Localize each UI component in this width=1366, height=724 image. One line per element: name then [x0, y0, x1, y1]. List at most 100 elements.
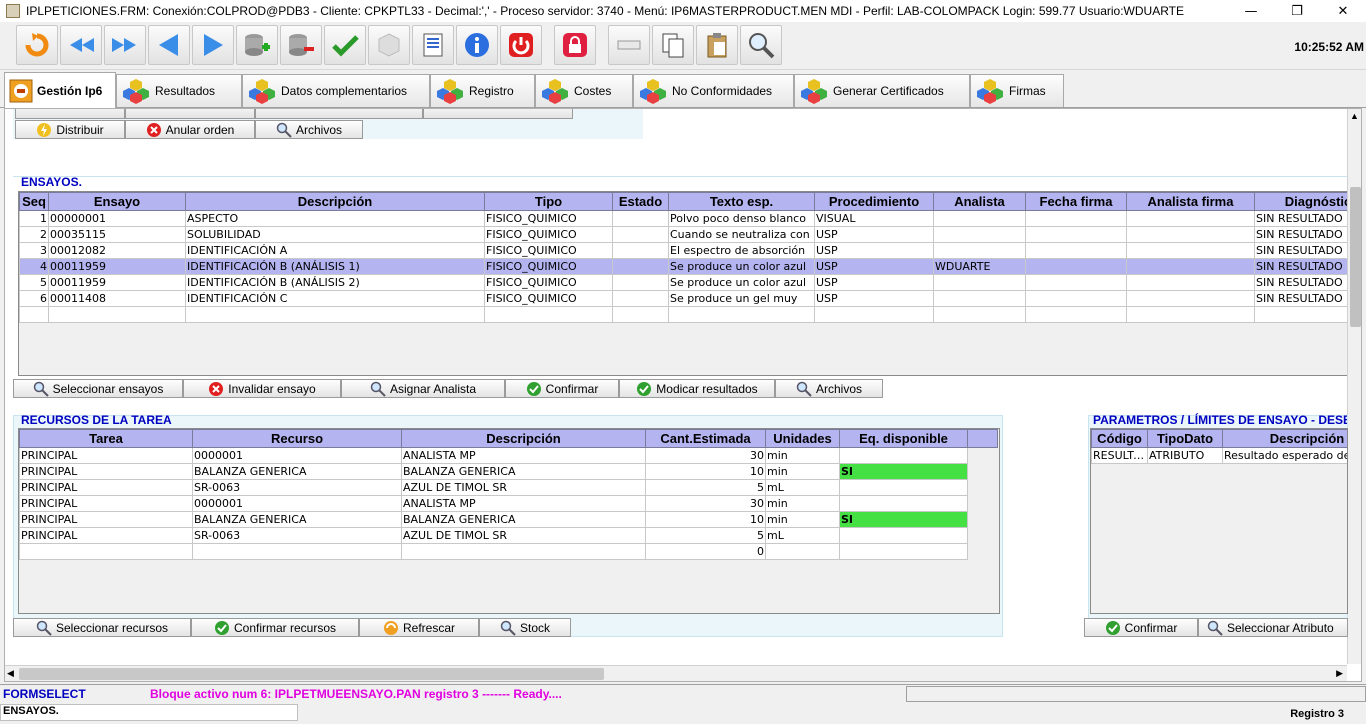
table-cell[interactable]: 0: [645, 543, 766, 560]
table-cell[interactable]: Se produce un color azul: [668, 274, 815, 291]
table-cell[interactable]: USP: [814, 274, 934, 291]
table-cell[interactable]: PRINCIPAL: [19, 495, 193, 512]
table-cell[interactable]: IDENTIFICACIÓN A: [185, 242, 485, 259]
table-cell[interactable]: AZUL DE TIMOL SR: [401, 527, 646, 544]
table-cell[interactable]: mL: [765, 527, 840, 544]
table-cell[interactable]: 0000001: [192, 495, 402, 512]
table-cell[interactable]: USP: [814, 242, 934, 259]
recursos-grid[interactable]: Tarea Recurso Descripción Cant.Estimada Unid…: [18, 428, 1000, 614]
table-cell[interactable]: 10: [645, 463, 766, 480]
hidden-button-1[interactable]: [15, 109, 125, 119]
column-header[interactable]: Fecha firma: [1025, 192, 1127, 211]
seleccionar-ensayos-button[interactable]: Seleccionar ensayos: [13, 379, 183, 398]
table-cell[interactable]: Se produce un color azul: [668, 258, 815, 275]
table-cell[interactable]: [839, 447, 968, 464]
table-row[interactable]: 5 00011959 IDENTIFICACIÓN B (ANÁLISIS 2) FI…: [19, 274, 1350, 291]
table-cell[interactable]: SR-0063: [192, 527, 402, 544]
table-cell[interactable]: El espectro de absorción: [668, 242, 815, 259]
tab-datos-complementarios[interactable]: Datos complementarios: [242, 74, 430, 107]
table-row[interactable]: 0: [19, 543, 998, 560]
table-cell[interactable]: min: [765, 511, 840, 528]
table-cell[interactable]: SOLUBILIDAD: [185, 226, 485, 243]
table-cell[interactable]: BALANZA GENERICA: [401, 463, 646, 480]
table-cell[interactable]: [192, 543, 402, 560]
column-header[interactable]: Código: [1091, 429, 1148, 448]
table-cell[interactable]: PRINCIPAL: [19, 447, 193, 464]
table-row[interactable]: [19, 306, 1350, 323]
table-cell[interactable]: [484, 306, 613, 323]
column-header[interactable]: Procedimiento: [814, 192, 934, 211]
table-cell[interactable]: [933, 210, 1026, 227]
table-cell[interactable]: Polvo poco denso blanco: [668, 210, 815, 227]
parametros-grid[interactable]: CódigoTipoDatoDescripción RESULTADOATRIB…: [1090, 428, 1348, 614]
table-cell[interactable]: [612, 306, 669, 323]
table-cell[interactable]: PRINCIPAL: [19, 463, 193, 480]
table-cell[interactable]: [933, 226, 1026, 243]
table-cell[interactable]: [1025, 242, 1127, 259]
table-cell[interactable]: [1126, 226, 1255, 243]
table-cell[interactable]: 30: [645, 447, 766, 464]
table-cell[interactable]: 0000001: [192, 447, 402, 464]
tab-registro[interactable]: Registro: [430, 74, 535, 107]
table-row[interactable]: 6 00011408 IDENTIFICACIÓN C FISICO_QUIMICO S…: [19, 290, 1350, 307]
table-row[interactable]: PRINCIPAL BALANZA GENERICA BALANZA GENERIC…: [19, 463, 998, 480]
table-cell[interactable]: 00011959: [48, 274, 186, 291]
table-cell[interactable]: 6: [19, 290, 49, 307]
confirmar-ensayos-button[interactable]: Confirmar: [505, 379, 619, 398]
table-cell[interactable]: PRINCIPAL: [19, 511, 193, 528]
table-cell[interactable]: BALANZA GENERICA: [192, 463, 402, 480]
scroll-up-icon[interactable]: ▲: [1350, 111, 1359, 121]
table-cell[interactable]: [1126, 306, 1255, 323]
seleccionar-atributo-button[interactable]: Seleccionar Atributo: [1198, 618, 1348, 637]
close-window-button[interactable]: ✕: [1320, 4, 1366, 19]
table-cell[interactable]: RESULTADO: [1091, 447, 1148, 464]
table-cell[interactable]: [839, 527, 968, 544]
paste-button[interactable]: [696, 25, 738, 65]
table-cell[interactable]: [1126, 210, 1255, 227]
table-cell[interactable]: IDENTIFICACIÓN B (ANÁLISIS 1): [185, 258, 485, 275]
lock-button[interactable]: [554, 25, 596, 65]
anular-orden-button[interactable]: Anular orden: [125, 120, 255, 139]
tab-no-conformidades[interactable]: No Conformidades: [633, 74, 794, 107]
table-cell[interactable]: [1126, 290, 1255, 307]
exit-button[interactable]: [16, 25, 58, 65]
table-cell[interactable]: ANALISTA MP: [401, 495, 646, 512]
table-cell[interactable]: [933, 274, 1026, 291]
table-cell[interactable]: FISICO_QUIMICO: [484, 226, 613, 243]
table-cell[interactable]: Se produce un gel muy: [668, 290, 815, 307]
invalidar-ensayo-button[interactable]: Invalidar ensayo: [183, 379, 341, 398]
table-cell[interactable]: [401, 543, 646, 560]
column-header[interactable]: Descripción: [185, 192, 485, 211]
table-cell[interactable]: ASPECTO: [185, 210, 485, 227]
column-header[interactable]: Descripción: [401, 429, 646, 448]
blank-button[interactable]: [608, 25, 650, 65]
distribuir-button[interactable]: Distribuir: [15, 120, 125, 139]
table-cell[interactable]: IDENTIFICACIÓN B (ANÁLISIS 2): [185, 274, 485, 291]
table-row[interactable]: 1 00000001 ASPECTO FISICO_QUIMICO Polvo poco…: [19, 210, 1350, 227]
table-cell[interactable]: SIN RESULTADO: [1254, 242, 1350, 259]
table-cell[interactable]: FISICO_QUIMICO: [484, 242, 613, 259]
table-cell[interactable]: 2: [19, 226, 49, 243]
table-row[interactable]: 4 00011959 IDENTIFICACIÓN B (ANÁLISIS 1) FI…: [19, 258, 1350, 275]
table-cell[interactable]: [765, 543, 840, 560]
table-cell[interactable]: SR-0063: [192, 479, 402, 496]
confirmar-recursos-button[interactable]: Confirmar recursos: [191, 618, 359, 637]
column-header[interactable]: Estado: [612, 192, 669, 211]
asignar-analista-button[interactable]: Asignar Analista: [341, 379, 505, 398]
hidden-button-4[interactable]: [423, 109, 573, 119]
table-cell[interactable]: WDUARTE: [933, 258, 1026, 275]
table-cell[interactable]: 00012082: [48, 242, 186, 259]
next-record-button[interactable]: [104, 25, 146, 65]
archivos-ensayos-button[interactable]: Archivos: [775, 379, 883, 398]
table-cell[interactable]: [814, 306, 934, 323]
copy-button[interactable]: [652, 25, 694, 65]
table-row[interactable]: 2 00035115 SOLUBILIDAD FISICO_QUIMICO Cuando…: [19, 226, 1350, 243]
table-cell[interactable]: SIN RESULTADO: [1254, 226, 1350, 243]
db-add-button[interactable]: [236, 25, 278, 65]
table-cell[interactable]: PRINCIPAL: [19, 479, 193, 496]
report-button[interactable]: [412, 25, 454, 65]
table-cell[interactable]: [612, 274, 669, 291]
table-cell[interactable]: min: [765, 463, 840, 480]
table-cell[interactable]: [19, 306, 49, 323]
archivos-top-button[interactable]: Archivos: [255, 120, 363, 139]
